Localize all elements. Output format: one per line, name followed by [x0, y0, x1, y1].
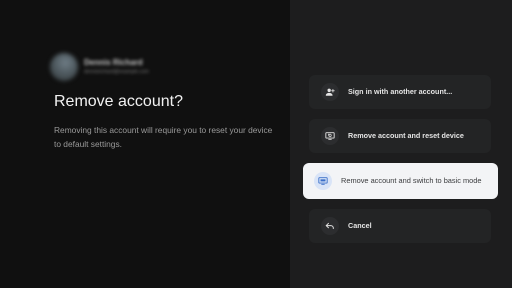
account-email: dennisrichard@example.com: [84, 69, 149, 75]
reset-device-icon: [321, 127, 339, 145]
remove-and-switch-basic-mode-label: Remove account and switch to basic mode: [341, 176, 482, 185]
account-name: Dennis Richard: [84, 58, 143, 67]
page-title: Remove account?: [54, 93, 183, 110]
sign-in-another-account-label: Sign in with another account...: [348, 87, 453, 96]
dialog-info-pane: Dennis Richard dennisrichard@example.com…: [0, 0, 290, 288]
remove-and-reset-button[interactable]: Remove account and reset device: [309, 119, 491, 153]
person-add-icon: [321, 83, 339, 101]
cancel-button[interactable]: Cancel: [309, 209, 491, 243]
basic-mode-tv-icon: [314, 172, 332, 190]
avatar: [50, 53, 78, 81]
remove-and-reset-label: Remove account and reset device: [348, 131, 464, 140]
account-identity: Dennis Richard dennisrichard@example.com: [84, 58, 149, 76]
remove-and-switch-basic-mode-button[interactable]: Remove account and switch to basic mode: [303, 163, 498, 199]
dialog-description: Removing this account will require you t…: [54, 125, 273, 149]
sign-in-another-account-button[interactable]: Sign in with another account...: [309, 75, 491, 109]
account-header: Dennis Richard dennisrichard@example.com: [50, 53, 149, 81]
back-arrow-icon: [321, 217, 339, 235]
cancel-label: Cancel: [348, 221, 372, 230]
remove-account-screen: Dennis Richard dennisrichard@example.com…: [0, 0, 512, 288]
